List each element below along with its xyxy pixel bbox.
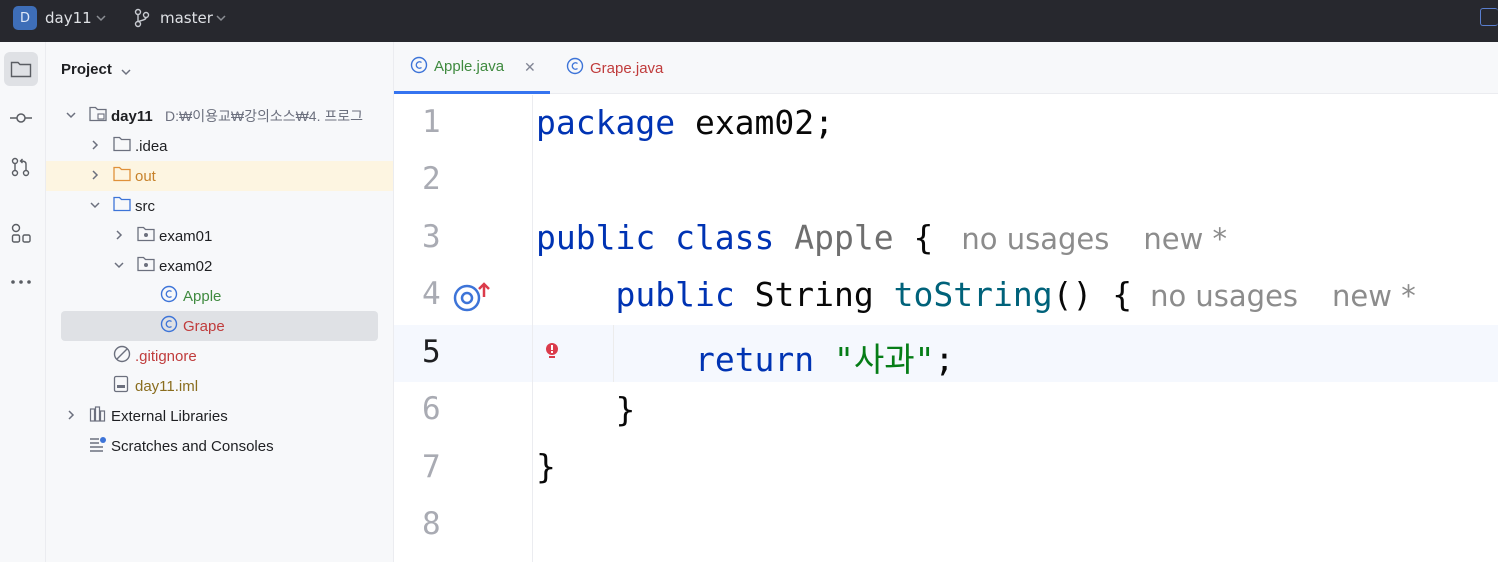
line-number[interactable]: 4 — [422, 276, 452, 312]
tree-item-src[interactable]: src — [46, 191, 393, 221]
code-line-1[interactable]: package exam02; — [536, 103, 834, 142]
branch-name[interactable]: master — [160, 9, 213, 27]
package-icon — [137, 226, 155, 246]
tree-item-apple[interactable]: Apple — [46, 281, 393, 311]
tree-item-label: .idea — [135, 137, 168, 155]
tab-label: Apple.java — [434, 58, 505, 75]
source-folder-icon — [113, 196, 131, 216]
editor: Apple.java ✕ Grape.java 1 2 3 4 5 6 7 8 — [394, 42, 1498, 562]
tree-item-gitignore[interactable]: .gitignore — [46, 341, 393, 371]
tree-item-path: D:₩이용교₩강의소스₩4. 프로그 — [165, 108, 364, 124]
code-line-6[interactable]: } — [536, 390, 635, 429]
line-number[interactable]: 7 — [422, 449, 452, 485]
project-badge[interactable]: D — [13, 6, 37, 30]
chevron-right-icon[interactable] — [65, 408, 77, 425]
tree-item-idea[interactable]: .idea — [46, 131, 393, 161]
chevron-down-icon[interactable] — [120, 63, 132, 82]
window-control[interactable] — [1480, 8, 1498, 26]
chevron-right-icon[interactable] — [113, 228, 125, 245]
tree-item-grape[interactable]: Grape — [61, 311, 378, 341]
git-branch-icon[interactable] — [133, 8, 151, 32]
code-area[interactable]: 1 2 3 4 5 6 7 8 package exam02; public c… — [394, 95, 1498, 562]
tree-item-label: day11 — [111, 107, 153, 125]
folder-icon[interactable] — [4, 52, 38, 86]
class-icon — [160, 285, 178, 307]
tree-item-label: exam02 — [159, 257, 213, 275]
line-number[interactable]: 1 — [422, 104, 452, 140]
tree-item-label: out — [135, 167, 156, 185]
tree-item-external-libraries[interactable]: External Libraries — [46, 401, 393, 431]
chevron-down-icon[interactable] — [215, 9, 227, 28]
chevron-right-icon[interactable] — [89, 168, 101, 185]
tree-item-label: exam01 — [159, 227, 213, 245]
project-panel: Project day11 D:₩이용교₩강의소스₩4. 프로그 .idea o… — [46, 42, 394, 562]
tree-item-exam02[interactable]: exam02 — [46, 251, 393, 281]
class-icon — [410, 56, 428, 78]
code-line-3[interactable]: public class Apple {no usages new * — [536, 218, 1227, 257]
editor-tab-bar: Apple.java ✕ Grape.java — [394, 42, 1498, 94]
inlay-hint-author: new * — [1332, 279, 1416, 313]
tree-item-exam01[interactable]: exam01 — [46, 221, 393, 251]
structure-icon[interactable] — [4, 216, 38, 250]
folder-icon — [113, 136, 131, 156]
line-number[interactable]: 2 — [422, 161, 452, 197]
tree-item-label: External Libraries — [111, 407, 228, 425]
package-icon — [137, 256, 155, 276]
line-number[interactable]: 3 — [422, 219, 452, 255]
class-icon — [160, 315, 178, 337]
panel-title[interactable]: Project — [61, 61, 112, 78]
tree-item-label: Grape — [183, 317, 225, 335]
inlay-hint-usages: no usages — [1150, 279, 1299, 313]
tree-item-label: src — [135, 197, 155, 215]
tree-item-label: Apple — [183, 287, 222, 305]
tab-grape-java[interactable]: Grape.java — [566, 42, 696, 94]
more-tools-icon[interactable] — [4, 265, 38, 299]
line-number[interactable]: 6 — [422, 391, 452, 427]
code-line-5[interactable]: return "사과"; — [536, 333, 954, 381]
close-icon[interactable]: ✕ — [524, 59, 536, 76]
tree-item-label: day11.iml — [135, 377, 199, 395]
commit-icon[interactable] — [4, 101, 38, 135]
tree-item-day11[interactable]: day11 D:₩이용교₩강의소스₩4. 프로그 — [46, 101, 393, 131]
chevron-down-icon[interactable] — [113, 258, 125, 275]
chevron-right-icon[interactable] — [89, 138, 101, 155]
tree-item-scratches[interactable]: Scratches and Consoles — [46, 431, 393, 461]
module-folder-icon — [89, 106, 107, 126]
line-number-current[interactable]: 5 — [422, 334, 452, 370]
tab-apple-java[interactable]: Apple.java ✕ — [394, 42, 550, 94]
pull-request-icon[interactable] — [4, 150, 38, 184]
tab-label: Grape.java — [590, 59, 664, 77]
library-icon — [89, 406, 107, 426]
inlay-hint-author: new * — [1143, 222, 1228, 256]
tree-item-iml[interactable]: day11.iml — [46, 371, 393, 401]
chevron-down-icon[interactable] — [95, 9, 107, 28]
module-file-icon — [113, 375, 129, 397]
class-icon — [566, 57, 584, 79]
gutter-separator — [532, 95, 533, 562]
code-line-7[interactable]: } — [536, 447, 556, 486]
ignore-file-icon — [113, 345, 131, 367]
scratches-icon — [89, 436, 107, 456]
code-line-4[interactable]: public String toString() {no usages new * — [536, 275, 1416, 314]
tool-window-strip — [0, 42, 46, 562]
project-name[interactable]: day11 — [45, 9, 92, 27]
line-number[interactable]: 8 — [422, 506, 452, 542]
inlay-hint-usages: no usages — [961, 222, 1110, 256]
chevron-down-icon[interactable] — [89, 198, 101, 215]
chevron-down-icon[interactable] — [65, 108, 77, 125]
tree-item-label: Scratches and Consoles — [111, 437, 274, 455]
tree-item-out[interactable]: out — [46, 161, 393, 191]
excluded-folder-icon — [113, 166, 131, 186]
override-method-icon[interactable] — [452, 281, 492, 317]
title-bar: D day11 master — [0, 0, 1498, 42]
tree-item-label: .gitignore — [135, 347, 197, 365]
